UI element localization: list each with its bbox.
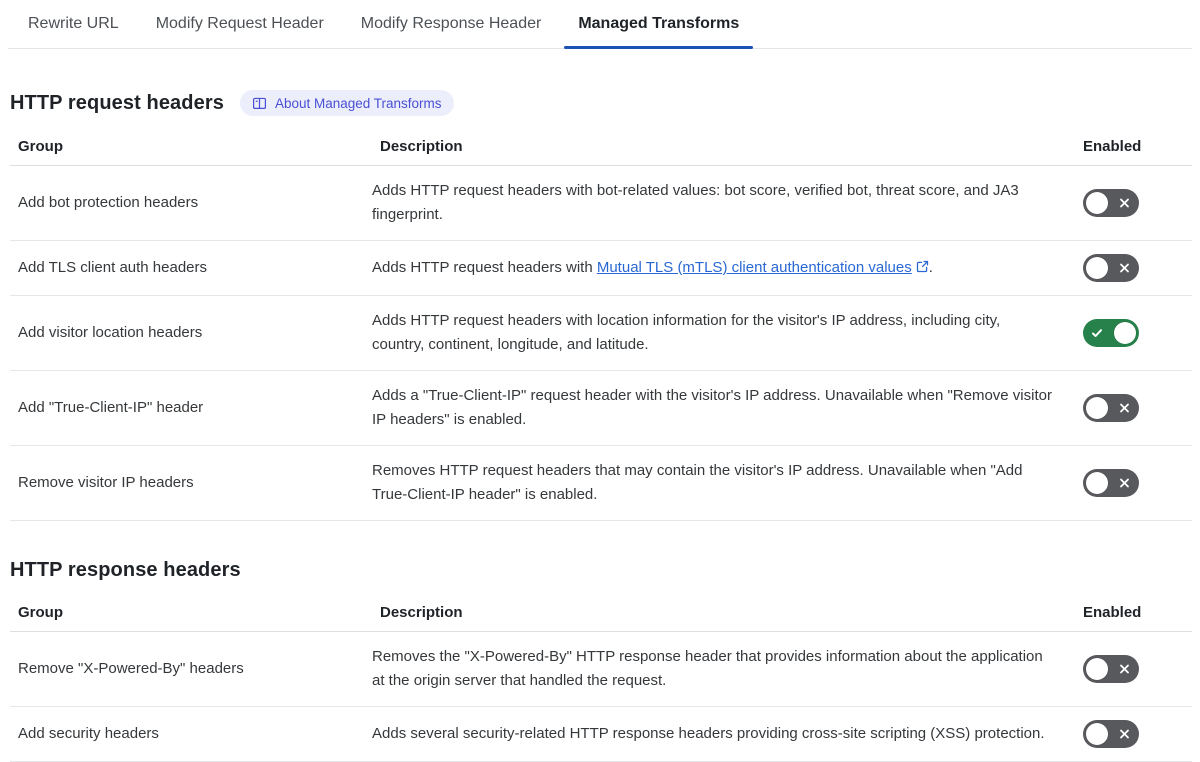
main-content: HTTP request headers About Managed Trans… <box>10 90 1192 762</box>
row-group: Add TLS client auth headers <box>10 240 372 296</box>
toggle-knob <box>1114 322 1136 344</box>
tab-managed-transforms[interactable]: Managed Transforms <box>564 0 754 49</box>
request-section-header: HTTP request headers About Managed Trans… <box>10 90 1192 116</box>
tab-bar: Rewrite URL Modify Request Header Modify… <box>8 0 1192 49</box>
column-header-description: Description <box>372 128 1083 166</box>
column-header-enabled: Enabled <box>1083 594 1192 632</box>
tab-modify-request-header[interactable]: Modify Request Header <box>142 0 338 48</box>
toggle-switch[interactable] <box>1083 254 1139 282</box>
about-managed-transforms-badge[interactable]: About Managed Transforms <box>239 90 454 116</box>
row-description: Removes HTTP request headers that may co… <box>372 445 1083 521</box>
request-headers-table: Group Description Enabled Add bot protec… <box>10 128 1192 521</box>
badge-label: About Managed Transforms <box>274 95 442 111</box>
section-title-request: HTTP request headers <box>10 91 224 114</box>
toggle-switch[interactable] <box>1083 394 1139 422</box>
mtls-link[interactable]: Mutual TLS (mTLS) client authentication … <box>597 259 912 276</box>
row-group: Add security headers <box>10 706 372 762</box>
check-icon <box>1092 329 1102 337</box>
table-row: Remove "X-Powered-By" headers Removes th… <box>10 631 1192 707</box>
column-header-description: Description <box>372 594 1083 632</box>
row-group: Remove "X-Powered-By" headers <box>10 631 372 707</box>
tab-modify-response-header[interactable]: Modify Response Header <box>347 0 556 48</box>
table-row: Add visitor location headers Adds HTTP r… <box>10 295 1192 371</box>
toggle-knob <box>1086 472 1108 494</box>
table-header-row: Group Description Enabled <box>10 128 1192 166</box>
table-row: Add security headers Adds several securi… <box>10 706 1192 762</box>
toggle-switch[interactable] <box>1083 469 1139 497</box>
toggle-knob <box>1086 658 1108 680</box>
tab-rewrite-url[interactable]: Rewrite URL <box>14 0 133 48</box>
toggle-switch[interactable] <box>1083 720 1139 748</box>
column-header-group: Group <box>10 594 372 632</box>
toggle-switch[interactable] <box>1083 189 1139 217</box>
row-group: Add "True-Client-IP" header <box>10 370 372 446</box>
row-description: Adds HTTP request headers with location … <box>372 295 1083 371</box>
row-group: Remove visitor IP headers <box>10 445 372 521</box>
row-description: Adds HTTP request headers with Mutual TL… <box>372 240 1083 296</box>
x-icon <box>1120 664 1129 674</box>
toggle-knob <box>1086 257 1108 279</box>
x-icon <box>1120 403 1129 413</box>
row-description: Adds several security-related HTTP respo… <box>372 706 1083 762</box>
description-prefix: Adds HTTP request headers with <box>372 259 597 276</box>
table-row: Remove visitor IP headers Removes HTTP r… <box>10 445 1192 521</box>
response-headers-table: Group Description Enabled Remove "X-Powe… <box>10 594 1192 762</box>
description-suffix: . <box>928 259 933 276</box>
row-group: Add visitor location headers <box>10 295 372 371</box>
row-group: Add bot protection headers <box>10 165 372 241</box>
toggle-switch[interactable] <box>1083 319 1139 347</box>
table-row: Add TLS client auth headers Adds HTTP re… <box>10 240 1192 296</box>
row-description: Adds HTTP request headers with bot-relat… <box>372 165 1083 241</box>
toggle-knob <box>1086 397 1108 419</box>
column-header-enabled: Enabled <box>1083 128 1192 166</box>
section-title-response: HTTP response headers <box>10 559 241 581</box>
x-icon <box>1120 729 1129 739</box>
row-description: Removes the "X-Powered-By" HTTP response… <box>372 631 1083 707</box>
book-icon <box>252 97 266 109</box>
table-row: Add bot protection headers Adds HTTP req… <box>10 165 1192 241</box>
toggle-knob <box>1086 192 1108 214</box>
x-icon <box>1120 263 1129 273</box>
row-description: Adds a "True-Client-IP" request header w… <box>372 370 1083 446</box>
column-header-group: Group <box>10 128 372 166</box>
external-link-icon <box>916 260 928 273</box>
x-icon <box>1120 478 1129 488</box>
response-section-header: HTTP response headers <box>10 559 1192 582</box>
table-row: Add "True-Client-IP" header Adds a "True… <box>10 370 1192 446</box>
table-header-row: Group Description Enabled <box>10 594 1192 632</box>
toggle-switch[interactable] <box>1083 655 1139 683</box>
x-icon <box>1120 198 1129 208</box>
